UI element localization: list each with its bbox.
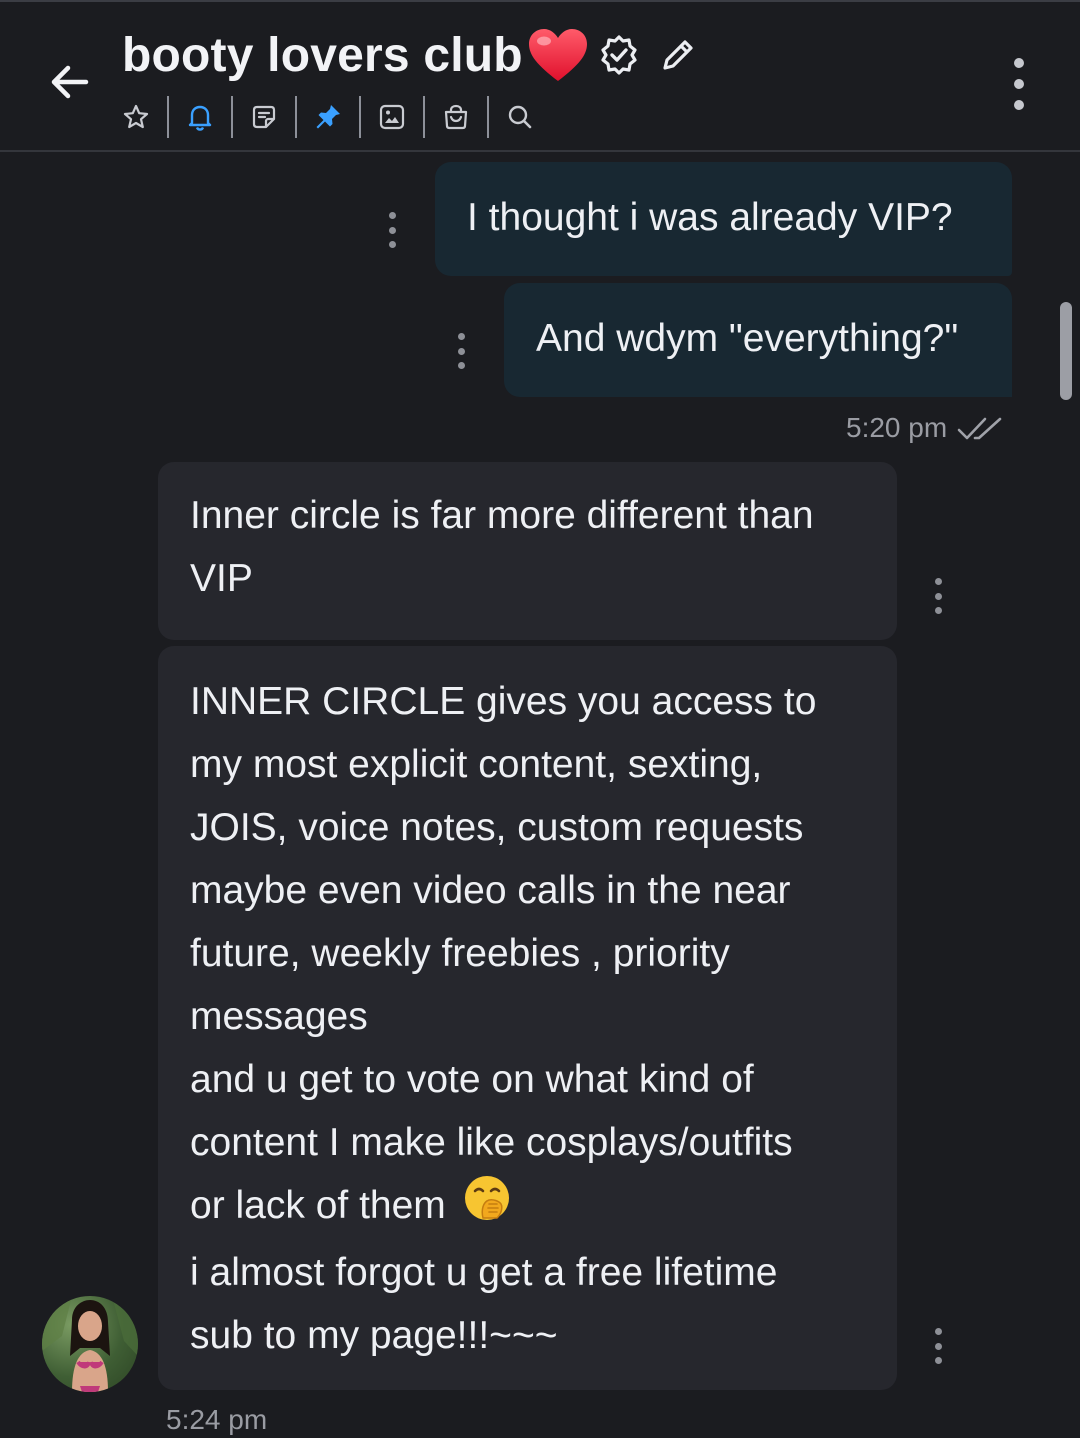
shop-bag-icon[interactable] — [432, 94, 480, 140]
search-icon[interactable] — [496, 94, 544, 140]
double-check-icon — [956, 414, 1006, 449]
note-icon[interactable] — [240, 94, 288, 140]
message-line: maybe even video calls in the near — [190, 869, 791, 912]
message-options-icon[interactable] — [455, 333, 467, 369]
message-line: JOIS, voice notes, custom requests — [190, 806, 804, 849]
message-line: my most explicit content, sexting, — [190, 743, 763, 786]
message-options-icon[interactable] — [932, 1328, 944, 1364]
message-line: future, weekly freebies , priority — [190, 932, 730, 975]
message-bubble-outgoing[interactable]: And wdym "everything?" — [504, 283, 1012, 397]
image-icon[interactable] — [368, 94, 416, 140]
sender-avatar[interactable] — [42, 1296, 138, 1392]
message-text: Inner circle is far more different than … — [190, 494, 814, 600]
chat-title[interactable]: booty lovers club — [122, 28, 523, 83]
pin-icon[interactable] — [304, 94, 352, 140]
back-arrow-icon[interactable] — [40, 52, 100, 112]
message-text: I thought i was already VIP? — [467, 196, 953, 239]
heart-emoji-icon — [527, 27, 589, 83]
chat-header: booty lovers club — [0, 0, 1080, 152]
chat-title-row[interactable]: booty lovers club — [122, 20, 699, 90]
message-line: messages — [190, 995, 368, 1038]
message-options-icon[interactable] — [932, 578, 944, 614]
message-line: content I make like cosplays/outfits — [190, 1121, 793, 1164]
message-timestamp: 5:24 pm — [166, 1404, 268, 1435]
message-bubble-incoming[interactable]: INNER CIRCLE gives you access to my most… — [158, 646, 897, 1390]
message-line: INNER CIRCLE gives you access to — [190, 680, 817, 723]
message-line-with-emoji: or lack of them — [190, 1174, 877, 1241]
edit-pencil-icon[interactable] — [657, 34, 699, 76]
message-options-icon[interactable] — [386, 212, 398, 248]
message-line: sub to my page!!!~~~ — [190, 1314, 558, 1358]
star-icon[interactable] — [112, 94, 160, 140]
verified-badge-icon — [597, 33, 641, 77]
more-options-icon[interactable] — [998, 58, 1040, 110]
chat-toolbar — [112, 94, 544, 140]
message-timestamp: 5:20 pm — [846, 412, 948, 443]
bell-icon[interactable] — [176, 94, 224, 140]
message-line: and u get to vote on what kind of — [190, 1058, 754, 1101]
message-bubble-incoming[interactable]: Inner circle is far more different than … — [158, 462, 897, 640]
message-bubble-outgoing[interactable]: I thought i was already VIP? — [435, 162, 1012, 276]
scrollbar-thumb[interactable] — [1060, 302, 1072, 400]
message-text: And wdym "everything?" — [536, 317, 959, 360]
message-line: i almost forgot u get a free lifetime — [190, 1251, 778, 1295]
face-with-hand-over-mouth-emoji-icon — [463, 1174, 511, 1241]
message-line: or lack of them — [190, 1184, 446, 1227]
